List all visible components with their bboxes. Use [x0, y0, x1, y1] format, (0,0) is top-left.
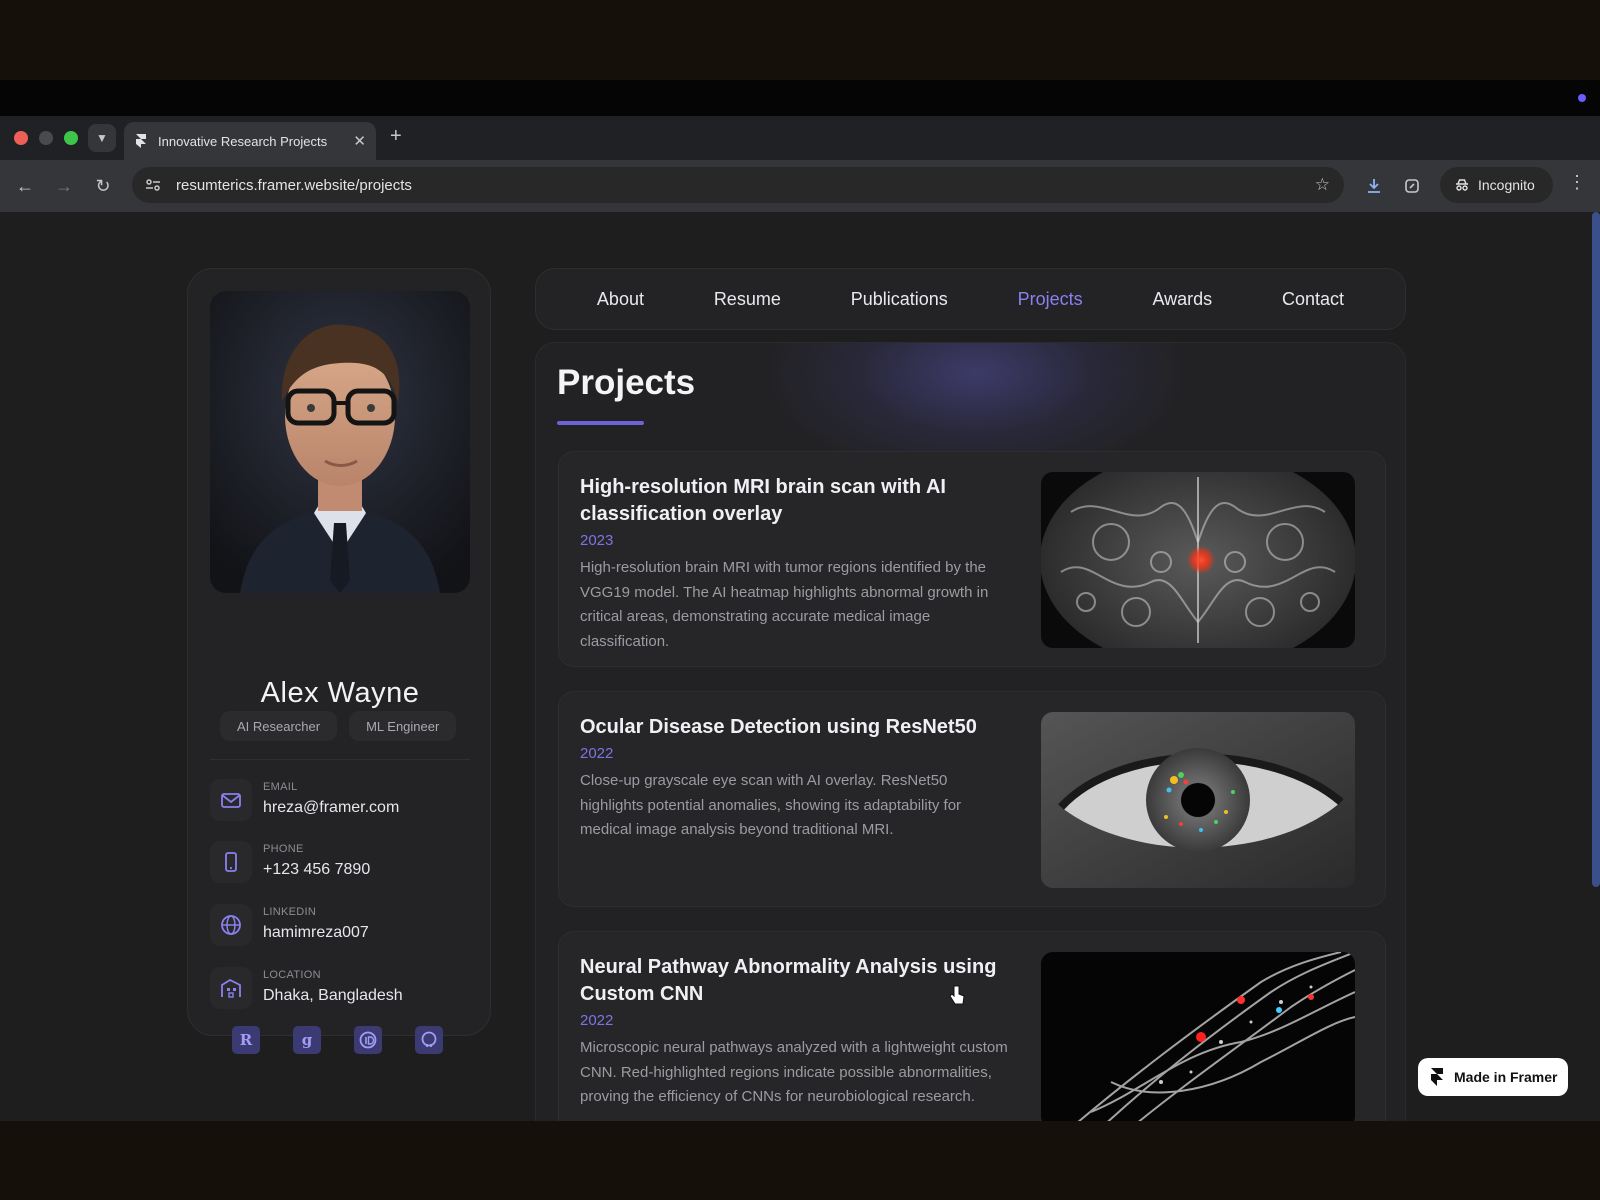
window-close-button[interactable]	[14, 131, 28, 145]
contact-label: LOCATION	[263, 969, 321, 981]
profile-photo	[210, 291, 470, 593]
project-description: High-resolution brain MRI with tumor reg…	[580, 559, 989, 650]
contact-value[interactable]: hreza@framer.com	[263, 799, 399, 817]
contact-value[interactable]: hamimreza007	[263, 924, 369, 942]
contact-label: LINKEDIN	[263, 906, 317, 918]
project-description: Close-up grayscale eye scan with AI over…	[580, 772, 962, 838]
contact-label: PHONE	[263, 843, 304, 855]
download-icon[interactable]	[1360, 172, 1388, 200]
role-chip: AI Researcher	[220, 711, 338, 741]
reload-button[interactable]: ↻	[89, 172, 117, 200]
project-image-neural[interactable]	[1041, 952, 1355, 1121]
chevron-down-icon: ▼	[96, 131, 108, 145]
project-image-eye[interactable]	[1041, 712, 1355, 888]
site-navigation: About Resume Publications Projects Award…	[535, 268, 1406, 330]
incognito-icon	[1456, 179, 1468, 191]
framer-logo-icon	[1431, 1068, 1443, 1086]
phone-icon	[210, 841, 252, 883]
made-in-framer-badge[interactable]: Made in Framer	[1418, 1058, 1568, 1096]
role-chip: ML Engineer	[349, 711, 457, 741]
title-underline	[557, 421, 644, 425]
project-card[interactable]: High-resolution MRI brain scan with AI c…	[558, 451, 1386, 667]
nav-link-contact[interactable]: Contact	[1282, 289, 1344, 310]
hand-cursor-icon	[949, 985, 965, 1005]
status-dot	[1578, 94, 1586, 102]
project-title: High-resolution MRI brain scan with AI c…	[580, 476, 946, 525]
browser-tab[interactable]: Innovative Research Projects ✕	[124, 122, 376, 160]
url-text: resumterics.framer.website/projects	[176, 176, 412, 194]
project-title: Ocular Disease Detection using ResNet50	[580, 716, 977, 738]
nav-link-resume[interactable]: Resume	[714, 289, 781, 310]
mail-icon	[210, 779, 252, 821]
menu-bar-strip	[0, 80, 1600, 116]
nav-link-projects[interactable]: Projects	[1018, 289, 1083, 310]
github-icon[interactable]	[415, 1026, 443, 1054]
contact-value[interactable]: +123 456 7890	[263, 861, 370, 879]
projects-section: Projects High-resolution MRI brain scan …	[535, 342, 1406, 1121]
page-scrollbar[interactable]	[1592, 212, 1600, 887]
video-letterbox-top	[0, 0, 1600, 80]
building-icon	[210, 967, 252, 1009]
page-title: Projects	[557, 363, 696, 402]
role-chips: AI Researcher ML Engineer	[220, 711, 457, 741]
contact-phone[interactable]: PHONE +123 456 7890	[210, 841, 472, 885]
tab-close-icon[interactable]: ✕	[353, 132, 366, 150]
site-settings-icon[interactable]	[144, 176, 162, 194]
profile-name: Alex Wayne	[260, 677, 420, 709]
google-scholar-icon[interactable]: g	[293, 1026, 321, 1054]
extensions-icon[interactable]	[1398, 172, 1426, 200]
video-letterbox-bottom	[0, 1121, 1600, 1200]
tab-title: Innovative Research Projects	[158, 133, 328, 149]
project-description: Microscopic neural pathways analyzed wit…	[580, 1039, 1008, 1105]
globe-icon	[210, 904, 252, 946]
bookmark-star-icon[interactable]: ☆	[1315, 175, 1330, 195]
contact-linkedin[interactable]: LINKEDIN hamimreza007	[210, 904, 472, 948]
project-card[interactable]: Ocular Disease Detection using ResNet50 …	[558, 691, 1386, 907]
project-year: 2022	[580, 1012, 614, 1029]
researchgate-icon[interactable]: R	[232, 1026, 260, 1054]
tab-search-button[interactable]: ▼	[88, 124, 116, 152]
page-viewport: Alex Wayne AI Researcher ML Engineer EMA…	[0, 212, 1600, 1121]
back-button[interactable]: ←	[11, 172, 39, 200]
project-title: Neural Pathway Abnormality Analysis usin…	[580, 956, 997, 1005]
project-card[interactable]: Neural Pathway Abnormality Analysis usin…	[558, 931, 1386, 1121]
orcid-icon[interactable]	[354, 1026, 382, 1054]
project-year: 2023	[580, 532, 614, 549]
window-zoom-button[interactable]	[64, 131, 78, 145]
forward-button[interactable]: →	[50, 172, 78, 200]
contact-location[interactable]: LOCATION Dhaka, Bangladesh	[210, 967, 472, 1011]
profile-card: Alex Wayne AI Researcher ML Engineer EMA…	[187, 268, 491, 1054]
incognito-label: Incognito	[1478, 177, 1535, 193]
contact-label: EMAIL	[263, 781, 298, 793]
nav-link-about[interactable]: About	[597, 289, 644, 310]
project-year: 2022	[580, 745, 614, 762]
browser-menu-icon[interactable]: ⋮	[1568, 172, 1586, 193]
incognito-indicator[interactable]: Incognito	[1440, 167, 1553, 203]
contact-email[interactable]: EMAIL hreza@framer.com	[210, 779, 472, 823]
profile-divider	[210, 759, 470, 760]
address-bar[interactable]: resumterics.framer.website/projects ☆	[132, 167, 1344, 203]
nav-link-awards[interactable]: Awards	[1152, 289, 1212, 310]
contact-value[interactable]: Dhaka, Bangladesh	[263, 987, 403, 1005]
nav-link-publications[interactable]: Publications	[851, 289, 948, 310]
project-image-mri[interactable]	[1041, 472, 1355, 648]
framer-logo-icon	[136, 134, 146, 148]
badge-label: Made in Framer	[1454, 1069, 1558, 1085]
window-minimize-button[interactable]	[39, 131, 53, 145]
new-tab-button[interactable]: +	[390, 126, 402, 146]
